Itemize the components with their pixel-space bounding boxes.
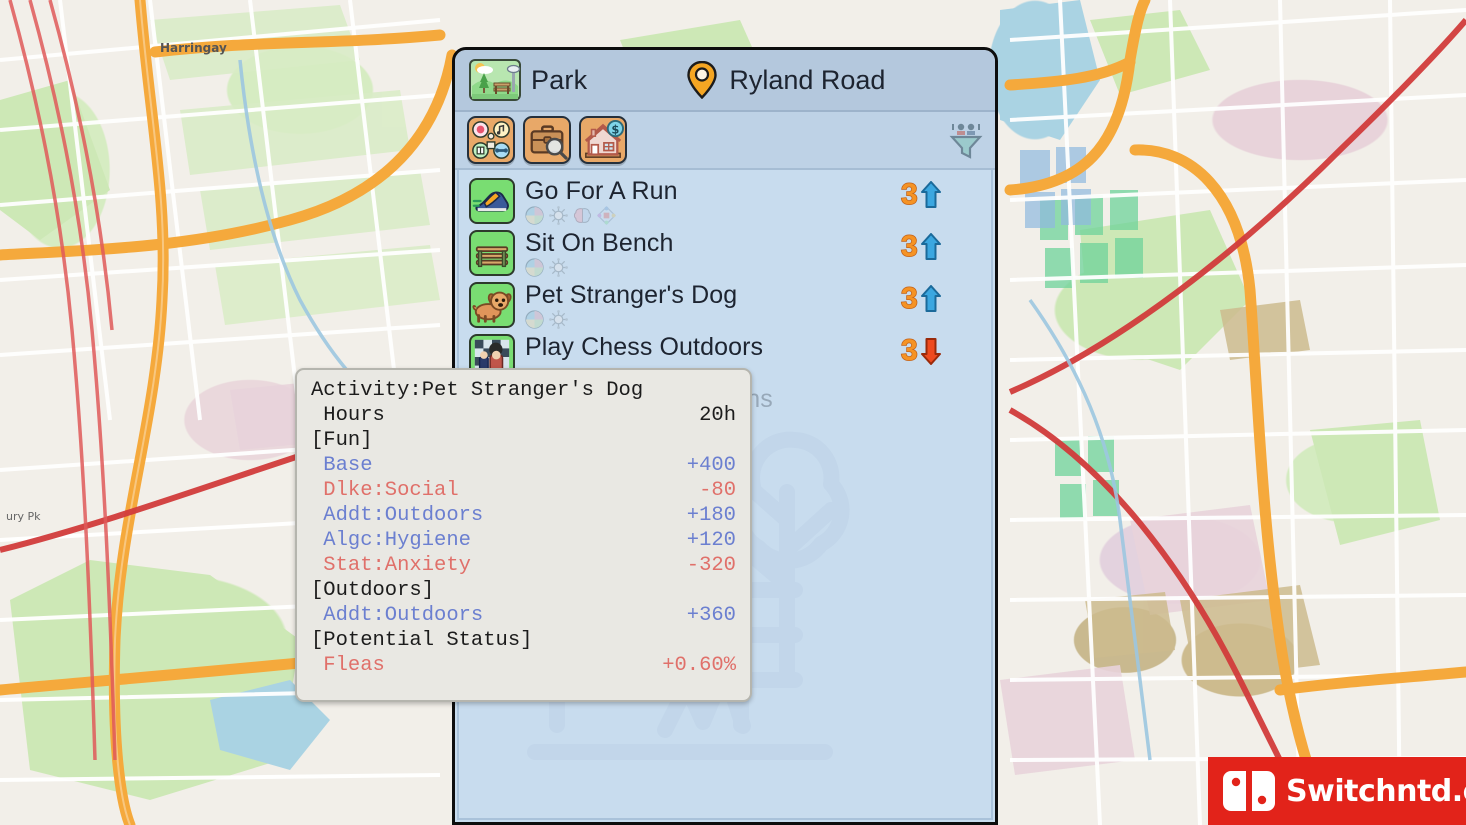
germ-icon [549,206,568,225]
activity-traits [525,310,901,329]
tooltip-label: Activity:Pet Stranger's Dog [311,379,644,402]
svg-text:$: $ [611,122,619,136]
mood-wheel-icon [525,206,544,225]
trend-up-icon [920,285,942,313]
activity-name: Sit On Bench [525,229,674,257]
activity-traits [525,258,901,277]
tooltip-row: [Fun] [311,428,736,453]
tooltip-value: +180 [686,504,736,527]
svg-text:ury Pk: ury Pk [6,510,41,523]
tooltip-row: Activity:Pet Stranger's Dog [311,378,736,403]
activity-score [901,386,979,388]
tooltip-value: +0.60% [662,654,736,677]
tooltip-label: Base [311,454,373,477]
tooltip-row: Dlke:Social -80 [311,478,736,503]
tooltip-row: Fleas +0.60% [311,653,736,678]
tooltip-value: +400 [686,454,736,477]
score-value: 3 [900,334,918,367]
score-value: 3 [900,230,918,263]
address-group: Ryland Road [687,60,886,100]
mood-wheel-icon [525,258,544,277]
tooltip-row: Addt:Outdoors +360 [311,603,736,628]
tooltip-row: Base +400 [311,453,736,478]
tooltip-row: Stat:Anxiety -320 [311,553,736,578]
map-pin-icon [687,60,718,100]
germ-icon [549,258,568,277]
tooltip-value: -80 [699,479,736,502]
activity-name: Pet Stranger's Dog [525,281,738,309]
map-label: Harringay [160,41,227,55]
trend-up-icon [920,233,942,261]
tooltip-row: [Outdoors] [311,578,736,603]
score-value: 3 [900,178,918,211]
tab-activities[interactable] [467,116,515,164]
location-name: Park [531,64,588,95]
people-filter-icon[interactable] [949,120,983,160]
activity-info: Go For A Run [525,178,901,225]
score-value: 3 [900,282,918,315]
activity-info: Sit On Bench [525,230,901,277]
park-bench-icon [469,230,515,276]
panel-tabbar: $ [455,112,995,170]
activity-score: 3 [900,334,979,367]
tooltip-row: [Potential Status] [311,628,736,653]
tooltip-value: +360 [686,604,736,627]
logo-text: Switchntd.com [1286,773,1466,809]
activity-info: Pet Stranger's Dog [525,282,901,329]
running-shoe-icon [469,178,515,224]
tooltip-value: -320 [686,554,736,577]
skill-diamond-icon [597,206,616,225]
address-label: Ryland Road [729,64,886,95]
activity-info: Play Chess Outdoors [525,334,901,362]
screen: Harringay Stoke ury Pk [0,0,1466,825]
panel-header: Park Ryland Road [455,50,995,112]
tooltip-row: Addt:Outdoors +180 [311,503,736,528]
activity-traits [525,206,901,225]
tooltip-value: 20h [699,404,736,427]
activity-score: 3 [900,230,979,263]
dog-icon [469,282,515,328]
activity-score: 3 [900,178,979,211]
trend-down-icon [920,337,942,365]
activity-name: Play Chess Outdoors [525,333,764,361]
tooltip-label: [Outdoors] [311,579,435,602]
tooltip-label: Algc:Hygiene [311,529,471,552]
tooltip-row: Algc:Hygiene +120 [311,528,736,553]
tooltip-label: Addt:Outdoors [311,604,484,627]
activity-row-sit-on-bench[interactable]: Sit On Bench 3 [455,230,995,282]
brain-icon [573,206,592,225]
activity-row-go-for-a-run[interactable]: Go For A Run 3 [455,178,995,230]
activity-row-pet-strangers-dog[interactable]: Pet Stranger's Dog 3 [455,282,995,334]
tooltip-label: Hours [311,404,385,427]
tooltip-label: [Potential Status] [311,629,533,652]
tooltip-label: Dlke:Social [311,479,459,502]
activity-name: Go For A Run [525,177,678,205]
tab-housing[interactable]: $ [579,116,627,164]
tooltip-row: Hours 20h [311,403,736,428]
trend-up-icon [920,181,942,209]
tooltip-label: [Fun] [311,429,373,452]
activity-tooltip: Activity:Pet Stranger's Dog Hours 20h [F… [295,368,752,702]
tooltip-label: Fleas [311,654,385,677]
site-watermark-logo: Switchntd.com [1208,757,1466,825]
park-icon [469,56,521,104]
tooltip-value: +120 [686,529,736,552]
germ-icon [549,310,568,329]
activity-score: 3 [900,282,979,315]
tooltip-label: Stat:Anxiety [311,554,471,577]
tab-job-search[interactable] [523,116,571,164]
tooltip-label: Addt:Outdoors [311,504,484,527]
nintendo-switch-icon [1222,769,1276,813]
mood-wheel-icon [525,310,544,329]
